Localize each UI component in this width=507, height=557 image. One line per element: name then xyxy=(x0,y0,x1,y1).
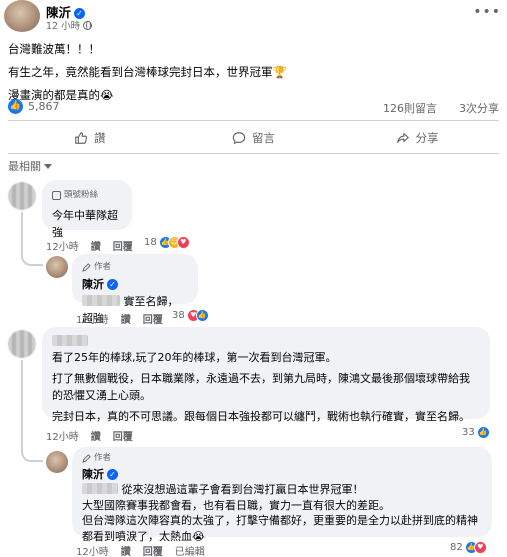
comment-sort-label[interactable]: 最相關 xyxy=(8,160,41,173)
comment-paragraph: 打了無數個戰役，日本職業隊，永遠過不去，到第九局時，陳鴻文最後那個壞球帶給我的恐… xyxy=(52,372,470,402)
reply-like-button[interactable]: 讚 xyxy=(121,543,131,557)
author-badge: 作者 xyxy=(82,451,482,467)
thread-line xyxy=(21,212,43,266)
comment-bubble: 看了25年的棒球,玩了20年的棒球，第一次看到台灣冠軍。 打了無數個戰役，日本職… xyxy=(42,327,490,423)
share-count[interactable]: 3次分享 xyxy=(459,100,499,116)
comment-reaction-count[interactable]: 18 xyxy=(144,237,157,248)
comment-reactions[interactable]: 18 👍 ☺ ♥ xyxy=(144,236,190,249)
reply-author[interactable]: 陳沂 ✓ xyxy=(82,276,188,293)
comment-like-button[interactable]: 讚 xyxy=(91,428,101,443)
reply-author-name[interactable]: 陳沂 xyxy=(82,278,104,291)
divider xyxy=(8,153,499,154)
reply-text-content: 從來沒想過這輩子會看到台灣打贏日本世界冠軍！ xyxy=(121,483,364,496)
comment-reply-button[interactable]: 回覆 xyxy=(113,238,133,253)
reply-bubble: 作者 陳沂 ✓ 實至名歸，超強 xyxy=(72,254,198,325)
reply-author[interactable]: 陳沂 ✓ xyxy=(82,467,482,483)
reply-line: 但台灣隊這次陣容真的太強了，打擊守備都好，更重要的是全力以赴拼到底的精神都看到噴… xyxy=(82,514,478,543)
chevron-down-icon xyxy=(44,164,52,169)
comment-button[interactable]: 留言 xyxy=(172,124,336,152)
pen-icon xyxy=(82,263,91,272)
reply-meta: 12小時 讚 回覆 xyxy=(76,311,163,326)
post-header: 陳沂 ✓ 12 小時 ••• xyxy=(0,0,507,34)
edited-label: 已編輯 xyxy=(174,547,205,557)
verified-badge-icon: ✓ xyxy=(107,468,118,480)
more-options-icon[interactable]: ••• xyxy=(473,4,501,20)
post-line: 有生之年，竟然能看到台灣棒球完封日本，世界冠軍🏆 xyxy=(8,65,287,79)
reply-reactions[interactable]: 82 👍 ♥ xyxy=(450,541,487,554)
like-reaction-icon: 👍 xyxy=(195,309,209,322)
reply-like-button[interactable]: 讚 xyxy=(121,311,131,326)
post-action-bar: 讚 留言 分享 xyxy=(8,124,499,152)
avatar[interactable] xyxy=(4,0,40,32)
reply-line: 從來沒想過這輩子會看到台灣打贏日本世界冠軍！ xyxy=(82,482,482,498)
love-reaction-icon: ♥ xyxy=(176,236,190,249)
comment-text: 今年中華隊超強 xyxy=(52,209,118,239)
thread-line xyxy=(21,360,43,462)
comment-icon xyxy=(232,132,246,145)
reply-reply-button[interactable]: 回覆 xyxy=(143,311,163,326)
pen-icon xyxy=(82,454,91,464)
author-badge-label: 作者 xyxy=(94,262,112,272)
comment-paragraph: 完封日本，真的不可思議。跟每個日本強投都可以纏鬥，戰術也執行確實，實至名歸。 xyxy=(52,410,470,423)
top-fan-badge: 頭號粉絲 xyxy=(52,187,122,204)
comment-time[interactable]: 12小時 xyxy=(46,428,79,443)
author-badge: 作者 xyxy=(82,259,188,276)
reply-reaction-count[interactable]: 82 xyxy=(450,542,463,553)
commenter-name-blurred[interactable] xyxy=(52,335,88,346)
mentioned-user[interactable] xyxy=(82,483,118,494)
reply-reactions[interactable]: 38 ♥ 👍 xyxy=(172,309,209,322)
mentioned-user[interactable] xyxy=(82,295,120,306)
reply-line: 大型國際賽事我都會看，也有看日職，實力一直有很大的差距。 xyxy=(82,498,390,512)
comment-time[interactable]: 12小時 xyxy=(46,238,79,253)
author-badge-label: 作者 xyxy=(94,453,112,463)
comment-paragraph: 看了25年的棒球,玩了20年的棒球，第一次看到台灣冠軍。 xyxy=(52,351,337,364)
commenter-avatar[interactable] xyxy=(8,330,36,358)
share-button[interactable]: 分享 xyxy=(335,124,499,152)
like-reaction-icon: 👍 xyxy=(476,426,490,439)
commenter-avatar[interactable] xyxy=(8,182,36,210)
globe-icon xyxy=(83,21,93,30)
like-reaction-icon[interactable]: 👍 xyxy=(8,99,23,114)
reply-meta: 12小時 讚 回覆 已編輯 xyxy=(76,543,205,557)
author-reply-avatar[interactable] xyxy=(46,451,68,473)
post-timestamp[interactable]: 12 小時 xyxy=(46,18,93,32)
divider xyxy=(8,120,499,121)
comment-meta: 12小時 讚 回覆 xyxy=(46,238,133,253)
comment-reaction-count[interactable]: 33 xyxy=(462,427,475,438)
like-button-label: 讚 xyxy=(94,131,106,145)
reply-time[interactable]: 12小時 xyxy=(76,311,109,326)
reply-author-name[interactable]: 陳沂 xyxy=(82,468,104,481)
commenter-name[interactable] xyxy=(52,333,480,346)
reactions-summary: 👍 5,867 126則留言 3次分享 xyxy=(8,98,499,116)
comment-meta: 12小時 讚 回覆 xyxy=(46,428,133,443)
comment-count[interactable]: 126則留言 xyxy=(383,100,437,116)
reply-time[interactable]: 12小時 xyxy=(76,543,109,557)
comment-reactions[interactable]: 33 👍 xyxy=(462,426,490,439)
share-icon xyxy=(396,133,409,143)
post-time-text[interactable]: 12 小時 xyxy=(46,21,80,32)
verified-badge-icon: ✓ xyxy=(107,279,118,290)
comment-reply-button[interactable]: 回覆 xyxy=(113,428,133,443)
reply-reply-button[interactable]: 回覆 xyxy=(143,543,163,557)
top-fan-label: 頭號粉絲 xyxy=(64,190,99,200)
share-button-label: 分享 xyxy=(415,131,439,145)
author-reply-avatar[interactable] xyxy=(46,256,68,278)
comment-like-button[interactable]: 讚 xyxy=(91,238,101,253)
reply-bubble: 作者 陳沂 ✓ 從來沒想過這輩子會看到台灣打贏日本世界冠軍！ 大型國際賽事我都會看… xyxy=(72,447,492,543)
badge-icon xyxy=(52,191,61,200)
comment-sort-dropdown[interactable]: 最相關 xyxy=(8,158,52,174)
reply-reaction-count[interactable]: 38 xyxy=(172,310,185,321)
comment-bubble: 頭號粉絲 今年中華隊超強 xyxy=(42,180,132,239)
post-body: 台灣難波萬！！！ 有生之年，竟然能看到台灣棒球完封日本，世界冠軍🏆 漫畫演的都是… xyxy=(8,38,287,107)
reaction-count[interactable]: 5,867 xyxy=(28,100,60,113)
love-reaction-icon: ♥ xyxy=(473,541,487,554)
thumbs-up-icon xyxy=(75,132,88,144)
comment-button-label: 留言 xyxy=(252,131,275,145)
post-line: 台灣難波萬！！！ xyxy=(8,42,100,56)
like-button[interactable]: 讚 xyxy=(8,124,172,152)
